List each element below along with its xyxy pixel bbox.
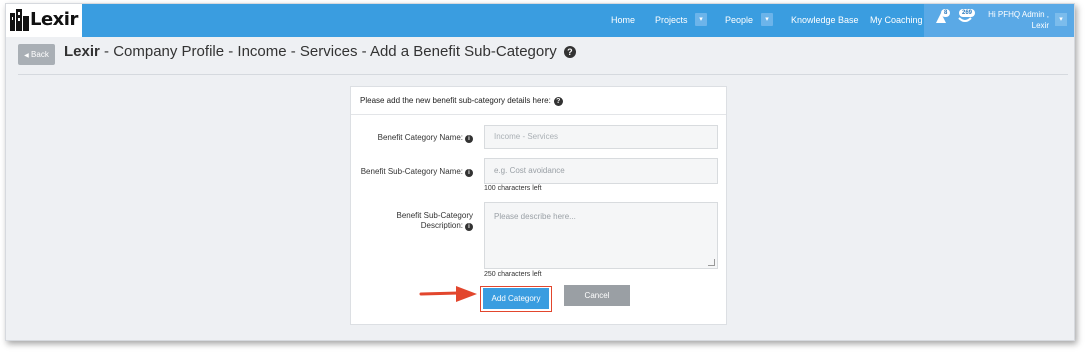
cancel-button[interactable]: Cancel <box>564 285 630 306</box>
back-label: Back <box>31 50 49 59</box>
form-card-header: Please add the new benefit sub-category … <box>351 87 726 115</box>
brand-logo[interactable]: Lexir <box>6 4 82 37</box>
alerts-button[interactable]: 8 <box>934 9 951 30</box>
page-title-brand: Lexir <box>64 43 100 60</box>
info-circle-icon[interactable]: i <box>465 135 473 143</box>
annotation-arrow-icon <box>419 286 477 302</box>
description-label-line1: Benefit Sub-Category <box>396 211 474 220</box>
description-textarea[interactable]: Please describe here... <box>484 202 718 269</box>
people-dropdown[interactable]: ▾ <box>761 13 773 26</box>
header-divider <box>18 74 1068 75</box>
dropdown-caret-icon: ▾ <box>699 16 703 23</box>
app-window: Lexir Home Projects ▾ People ▾ Knowledge… <box>5 3 1075 341</box>
subcategory-name-label: Benefit Sub-Category Name: i <box>355 167 473 177</box>
nav-my-coaching[interactable]: My Coaching <box>870 4 923 37</box>
nav-projects[interactable]: Projects <box>655 4 688 37</box>
page-title-path: - Company Profile - Income - Services - … <box>99 43 557 60</box>
chevron-left-icon: ◀ <box>24 53 29 59</box>
nav-home[interactable]: Home <box>611 4 635 37</box>
info-circle-icon[interactable]: i <box>465 169 473 177</box>
subcategory-name-input[interactable]: e.g. Cost avoidance <box>484 158 718 184</box>
category-name-label-text: Benefit Category Name: <box>377 133 463 142</box>
projects-dropdown[interactable]: ▾ <box>695 13 707 26</box>
category-name-label: Benefit Category Name: i <box>355 133 473 143</box>
subcategory-name-label-text: Benefit Sub-Category Name: <box>360 167 463 176</box>
description-char-count: 250 characters left <box>484 271 542 278</box>
alerts-count-badge: 8 <box>941 9 951 17</box>
description-label-line2: Description: <box>420 221 463 230</box>
nav-knowledge-base[interactable]: Knowledge Base <box>791 4 859 37</box>
user-menu[interactable]: Hi PFHQ Admin , Lexir <box>984 9 1049 31</box>
help-circle-icon[interactable]: ? <box>563 46 576 58</box>
add-category-button[interactable]: Add Category <box>483 288 549 309</box>
nav-people[interactable]: People <box>725 4 753 37</box>
dropdown-caret-icon: ▾ <box>765 16 769 23</box>
logo-text: Lexir <box>30 9 78 30</box>
description-label: Benefit Sub-Category Description: i <box>355 211 473 231</box>
category-name-field: Income - Services <box>484 125 718 149</box>
top-navbar: Lexir Home Projects ▾ People ▾ Knowledge… <box>6 4 1074 37</box>
help-circle-icon[interactable]: ? <box>553 97 563 106</box>
form-intro-text: Please add the new benefit sub-category … <box>360 96 551 105</box>
user-greeting: Hi PFHQ Admin , <box>988 10 1049 19</box>
dropdown-caret-icon: ▾ <box>1059 16 1063 23</box>
info-circle-icon[interactable]: i <box>465 223 473 231</box>
page-title: Lexir - Company Profile - Income - Servi… <box>64 43 576 60</box>
messages-button[interactable]: 269 <box>957 9 976 30</box>
form-intro: Please add the new benefit sub-category … <box>360 96 563 106</box>
user-company: Lexir <box>1031 21 1049 30</box>
resize-handle-icon[interactable] <box>708 259 715 266</box>
messages-count-badge: 269 <box>959 9 976 17</box>
subcategory-char-count: 100 characters left <box>484 185 542 192</box>
logo-building-icon <box>10 9 29 31</box>
description-placeholder: Please describe here... <box>494 212 576 221</box>
user-dropdown[interactable]: ▾ <box>1055 13 1067 26</box>
back-button[interactable]: ◀ Back <box>18 44 55 65</box>
